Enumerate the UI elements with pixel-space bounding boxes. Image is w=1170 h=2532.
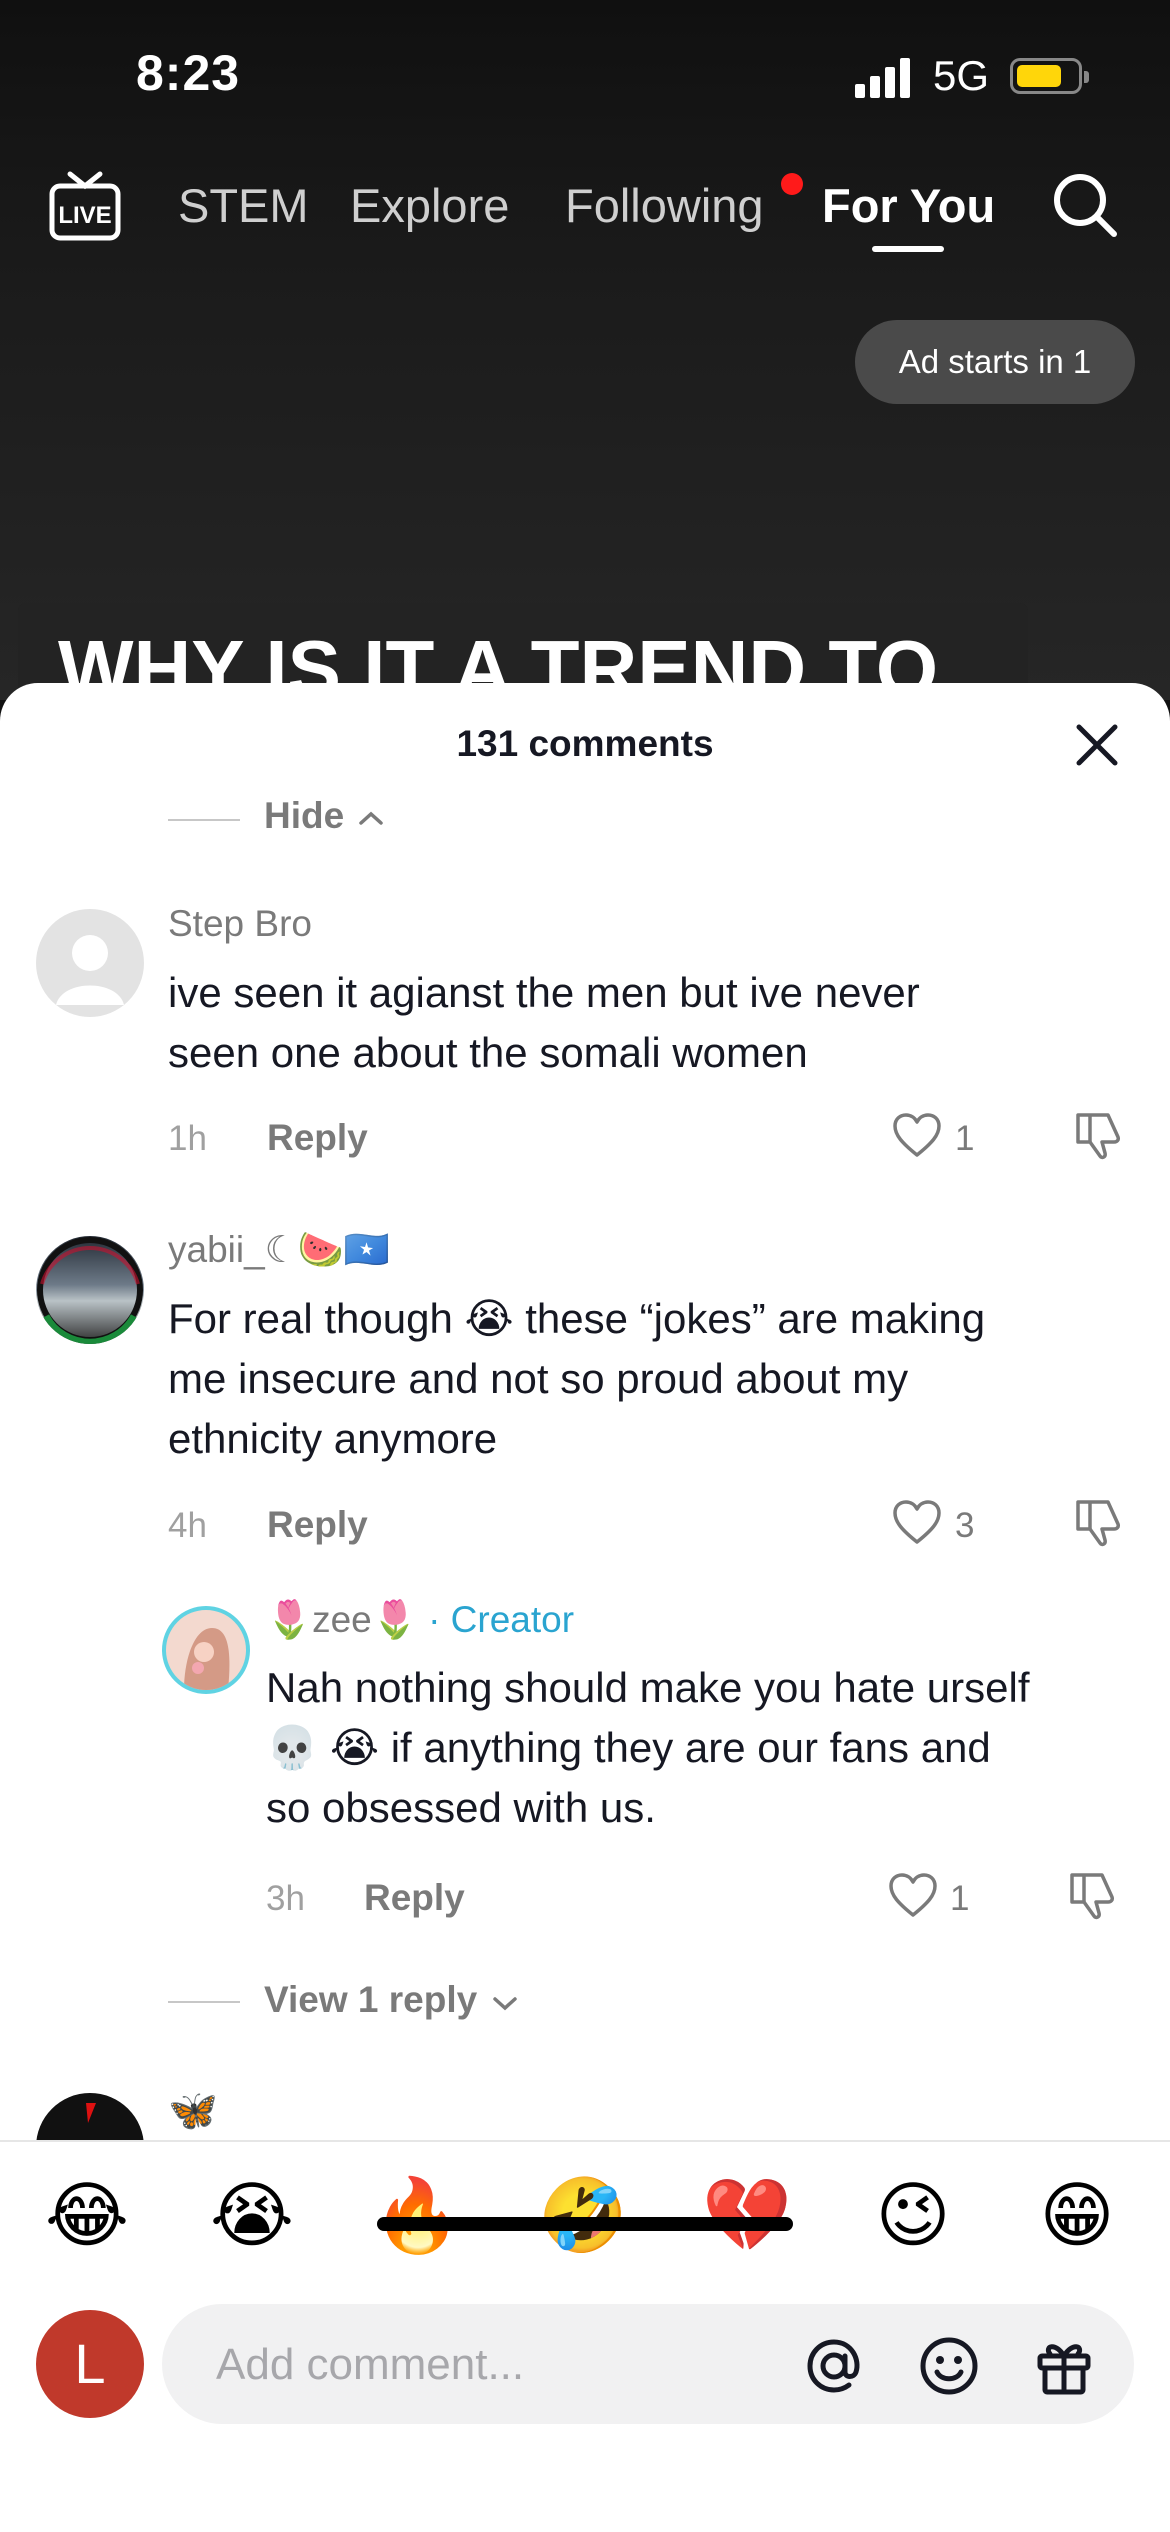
comment-composer: L	[0, 2270, 1170, 2532]
divider	[168, 2001, 240, 2003]
comment-text-line: 💀 😭 if anything they are our fans and	[266, 1724, 991, 1771]
reply-text: Nah nothing should make you hate urself …	[266, 1658, 1030, 1838]
comment-text-line: For real though 😭 these “jokes” are maki…	[168, 1295, 986, 1342]
creator-badge: · Creator	[428, 1599, 575, 1640]
comment-text-line: seen one about the somali women	[168, 1029, 808, 1076]
comment-text: For real though 😭 these “jokes” are maki…	[168, 1289, 985, 1469]
following-notification-dot	[781, 173, 803, 195]
battery-icon	[1010, 58, 1089, 94]
dislike-icon[interactable]	[1072, 1109, 1124, 1161]
comment-text-line: ethnicity anymore	[168, 1415, 498, 1462]
home-indicator[interactable]	[377, 2217, 793, 2231]
emoji-grin[interactable]: 😁	[1032, 2170, 1122, 2260]
heart-icon[interactable]	[892, 1500, 942, 1546]
reply-username: 🌷zee🌷 · Creator	[266, 1599, 574, 1642]
tab-explore[interactable]: Explore	[350, 178, 509, 233]
emoji-rofl[interactable]: 🤣	[538, 2170, 628, 2260]
mention-icon[interactable]	[802, 2334, 866, 2398]
like-count: 1	[950, 1879, 970, 1918]
close-icon[interactable]	[1075, 723, 1119, 767]
default-user-icon	[56, 935, 124, 1005]
my-avatar[interactable]: L	[36, 2310, 144, 2418]
avatar-photo	[37, 1237, 143, 1344]
comment-text-line: ive seen it agianst the men but ive neve…	[168, 969, 920, 1016]
status-time: 8:23	[136, 45, 241, 101]
comment-text-line: so obsessed with us.	[266, 1784, 656, 1831]
reply-button[interactable]: Reply	[267, 1504, 368, 1546]
hide-replies-button[interactable]: Hide	[264, 795, 344, 837]
comment-input-container[interactable]	[162, 2304, 1134, 2424]
active-tab-indicator	[872, 246, 944, 252]
like-count: 3	[955, 1506, 975, 1545]
heart-icon[interactable]	[888, 1873, 938, 1919]
reply-button[interactable]: Reply	[267, 1117, 368, 1159]
avatar-creator[interactable]	[162, 1606, 250, 1694]
reply-timestamp: 3h	[266, 1879, 305, 1918]
emoji-picker-icon[interactable]	[917, 2334, 981, 2398]
heart-icon[interactable]	[892, 1113, 942, 1159]
chevron-down-icon[interactable]	[492, 1996, 518, 2012]
comment-timestamp: 4h	[168, 1506, 207, 1545]
comment-username[interactable]: Step Bro	[168, 903, 312, 945]
comment-timestamp: 1h	[168, 1119, 207, 1158]
cellular-signal-icon	[855, 58, 910, 98]
gift-icon[interactable]	[1032, 2334, 1096, 2398]
quick-emoji-bar: 😂 😭 🔥 🤣 💔 😉 😁	[0, 2140, 1170, 2272]
like-count: 1	[955, 1119, 975, 1158]
reply-username-text[interactable]: 🌷zee🌷	[266, 1599, 418, 1640]
comment-username[interactable]: yabii_☾🍉🇸🇴	[168, 1228, 390, 1272]
search-icon[interactable]	[1050, 170, 1120, 240]
comment-text-line: me insecure and not so proud about my	[168, 1355, 909, 1402]
dislike-icon[interactable]	[1066, 1869, 1118, 1921]
comment-text: ive seen it agianst the men but ive neve…	[168, 963, 920, 1083]
emoji-wink[interactable]: 😉	[868, 2170, 958, 2260]
live-icon[interactable]: LIVE	[48, 170, 122, 242]
tab-stem[interactable]: STEM	[178, 178, 309, 233]
avatar-yabii[interactable]	[36, 1236, 144, 1344]
avatar-default[interactable]	[36, 909, 144, 1017]
comment-input[interactable]	[214, 2330, 778, 2400]
emoji-loudly-crying[interactable]: 😭	[207, 2170, 297, 2260]
emoji-fire[interactable]: 🔥	[372, 2170, 462, 2260]
ad-countdown-badge: Ad starts in 1	[855, 320, 1135, 404]
emoji-broken-heart[interactable]: 💔	[702, 2170, 792, 2260]
network-type: 5G	[933, 52, 990, 99]
top-navigation: LIVE STEM Explore Following For You	[0, 160, 1170, 260]
reply-button[interactable]: Reply	[364, 1877, 465, 1919]
divider	[168, 819, 240, 821]
comment-username[interactable]: 🦋	[168, 2087, 218, 2134]
comments-count-title: 131 comments	[456, 723, 714, 764]
comment-text-line: Nah nothing should make you hate urself	[266, 1664, 1030, 1711]
dislike-icon[interactable]	[1072, 1496, 1124, 1548]
view-replies-button[interactable]: View 1 reply	[264, 1979, 477, 2021]
tab-for-you[interactable]: For You	[822, 178, 995, 233]
chevron-up-icon[interactable]	[358, 810, 384, 826]
status-bar: 8:23 5G	[0, 0, 1170, 150]
video-background[interactable]: 8:23 5G LIVE STEM Explore Following For …	[0, 0, 1170, 723]
svg-text:LIVE: LIVE	[58, 202, 111, 229]
avatar-photo	[184, 1628, 230, 1690]
tab-following[interactable]: Following	[565, 178, 764, 233]
emoji-tears-of-joy[interactable]: 😂	[42, 2170, 132, 2260]
